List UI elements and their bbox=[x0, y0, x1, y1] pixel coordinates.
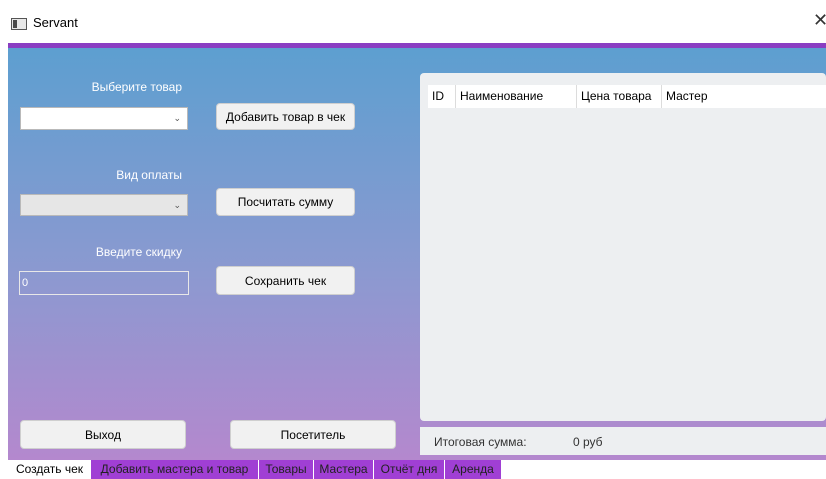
table-header: ID Наименование Цена товара Мастер bbox=[428, 85, 826, 108]
column-header-master[interactable]: Мастер bbox=[662, 85, 826, 108]
payment-type-label: Вид оплаты bbox=[116, 168, 182, 182]
total-status-bar: Итоговая сумма: 0 руб bbox=[420, 427, 826, 455]
chevron-down-icon: ⌄ bbox=[173, 200, 181, 210]
discount-label: Введите скидку bbox=[95, 245, 182, 259]
discount-input[interactable] bbox=[19, 271, 189, 295]
tab-add-master-product[interactable]: Добавить мастера и товар bbox=[91, 460, 258, 479]
tab-masters[interactable]: Мастера bbox=[314, 460, 373, 479]
title-bar: Servant ✕ bbox=[0, 0, 826, 43]
exit-button[interactable]: Выход bbox=[20, 420, 186, 449]
tab-products[interactable]: Товары bbox=[259, 460, 313, 479]
column-header-price[interactable]: Цена товара bbox=[577, 85, 662, 108]
column-header-name[interactable]: Наименование bbox=[456, 85, 577, 108]
save-check-button[interactable]: Сохранить чек bbox=[216, 266, 355, 295]
product-combobox[interactable]: ⌄ bbox=[20, 107, 188, 130]
tab-create-check[interactable]: Создать чек bbox=[8, 460, 91, 479]
app-window-icon bbox=[11, 18, 27, 30]
add-product-button[interactable]: Добавить товар в чек bbox=[216, 103, 355, 130]
calc-sum-button[interactable]: Посчитать сумму bbox=[216, 188, 355, 216]
column-header-id[interactable]: ID bbox=[428, 85, 456, 108]
chevron-down-icon: ⌄ bbox=[173, 113, 181, 123]
tab-rent[interactable]: Аренда bbox=[445, 460, 501, 479]
window-title: Servant bbox=[33, 15, 78, 30]
total-sum-value: 0 руб bbox=[573, 435, 603, 449]
close-icon[interactable]: ✕ bbox=[813, 10, 826, 30]
check-items-table[interactable]: ID Наименование Цена товара Мастер bbox=[420, 73, 826, 421]
tab-day-report[interactable]: Отчёт дня bbox=[374, 460, 444, 479]
select-product-label: Выберите товар bbox=[91, 80, 182, 94]
total-sum-label: Итоговая сумма: bbox=[434, 435, 527, 449]
tab-strip: Создать чек Добавить мастера и товар Тов… bbox=[8, 460, 826, 479]
payment-type-combobox[interactable]: ⌄ bbox=[20, 194, 188, 216]
visitor-button[interactable]: Посетитель bbox=[230, 420, 396, 449]
